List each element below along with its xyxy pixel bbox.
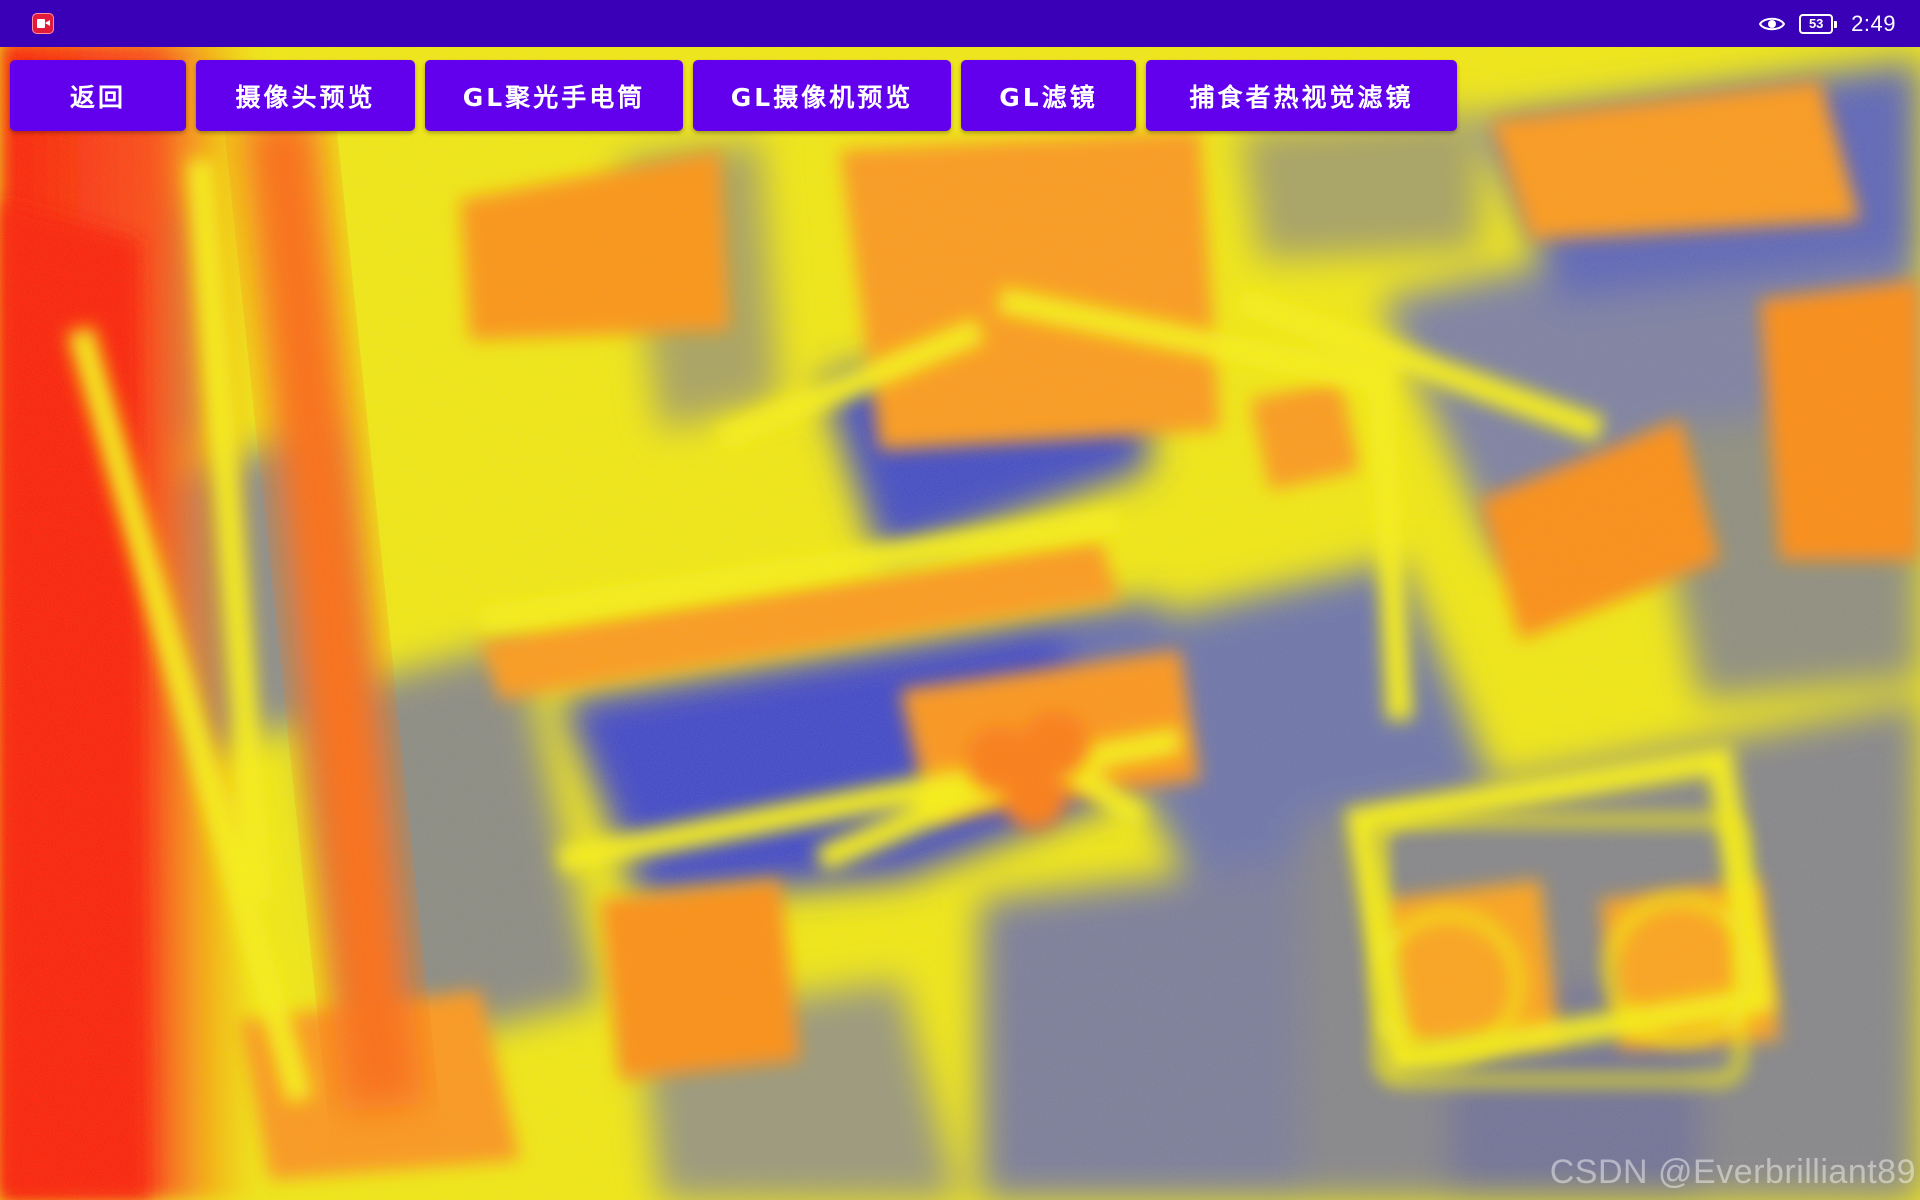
camera-preview[interactable] [0, 0, 1920, 1200]
eye-icon [1759, 17, 1786, 30]
gl-filter-button[interactable]: GL滤镜 [961, 60, 1136, 131]
video-camera-icon [32, 13, 54, 34]
watermark: CSDN @Everbrilliant89 [1549, 1153, 1916, 1191]
app-screen: 53 2:49 返回 摄像头预览 GL聚光手电筒 GL摄像机预览 GL滤镜 捕食… [0, 0, 1920, 1200]
clock: 2:49 [1851, 10, 1896, 36]
status-bar: 53 2:49 [0, 0, 1920, 47]
predator-thermal-filter-button[interactable]: 捕食者热视觉滤镜 [1146, 60, 1457, 131]
battery-icon: 53 [1799, 13, 1838, 34]
gl-camera-preview-button[interactable]: GL摄像机预览 [693, 60, 951, 131]
thermal-image [0, 0, 1920, 1200]
back-button[interactable]: 返回 [10, 60, 186, 131]
battery-level: 53 [1808, 16, 1824, 31]
status-icons: 53 2:49 [1759, 0, 1896, 47]
button-row: 返回 摄像头预览 GL聚光手电筒 GL摄像机预览 GL滤镜 捕食者热视觉滤镜 [10, 60, 1457, 131]
gl-spotlight-flashlight-button[interactable]: GL聚光手电筒 [425, 60, 683, 131]
camera-preview-button[interactable]: 摄像头预览 [196, 60, 415, 131]
